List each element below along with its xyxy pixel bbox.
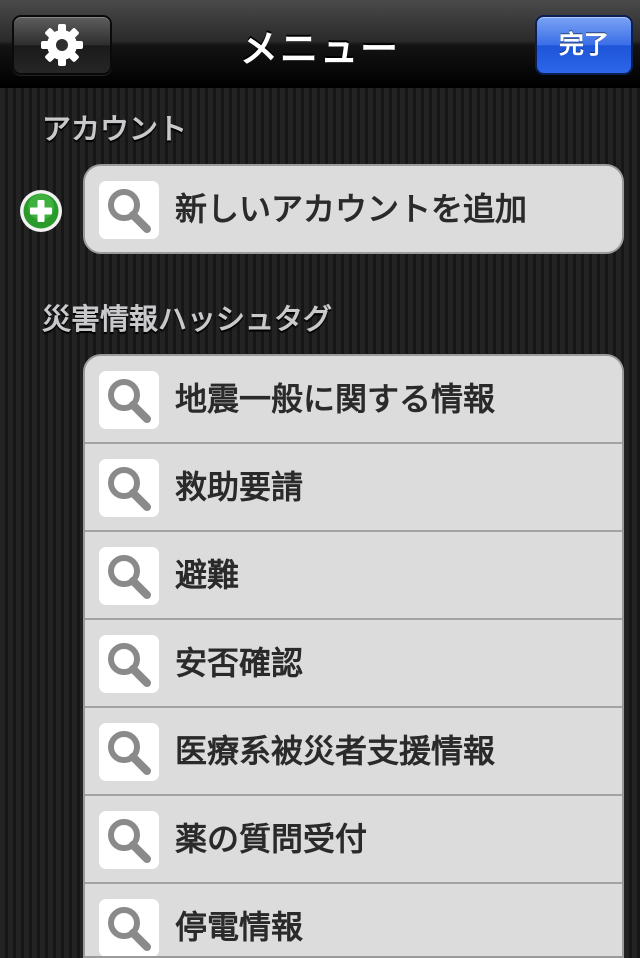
search-icon <box>108 189 151 233</box>
search-icon-box <box>99 635 159 693</box>
hashtag-label: 避難 <box>175 556 240 594</box>
search-icon <box>108 731 151 775</box>
hashtag-label: 安否確認 <box>175 644 304 682</box>
search-icon-box <box>99 723 159 781</box>
search-icon-box <box>99 459 159 517</box>
hashtag-row[interactable]: 薬の質問受付 <box>85 796 622 884</box>
search-icon-box <box>99 181 159 239</box>
hashtag-row[interactable]: 地震一般に関する情報 <box>85 356 622 444</box>
hashtag-label: 医療系被災者支援情報 <box>175 732 496 770</box>
search-icon <box>108 467 151 511</box>
done-button[interactable]: 完了 <box>535 15 633 75</box>
hashtag-label: 薬の質問受付 <box>175 820 368 858</box>
hashtag-row[interactable]: 停電情報 <box>85 884 622 956</box>
account-group: 新しいアカウントを追加 <box>83 164 624 254</box>
hashtag-row[interactable]: 救助要請 <box>85 444 622 532</box>
hashtag-row[interactable]: 医療系被災者支援情報 <box>85 708 622 796</box>
hashtag-section-header: 災害情報ハッシュタグ <box>42 302 333 336</box>
hashtag-label: 停電情報 <box>175 908 304 946</box>
search-icon <box>108 643 151 687</box>
search-icon <box>108 907 151 951</box>
search-icon-box <box>99 899 159 956</box>
search-icon-box <box>99 811 159 869</box>
hashtag-list: 地震一般に関する情報 救助要請 避難 安否確認 医療系被災者支援情報 薬の質問受… <box>83 354 624 958</box>
plus-circle-icon[interactable] <box>18 188 64 234</box>
account-section-header: アカウント <box>42 112 188 146</box>
hashtag-label: 地震一般に関する情報 <box>175 380 496 418</box>
search-icon-box <box>99 547 159 605</box>
search-icon <box>108 555 151 599</box>
hashtag-row[interactable]: 安否確認 <box>85 620 622 708</box>
search-icon <box>108 819 151 863</box>
search-icon-box <box>99 371 159 429</box>
hashtag-row[interactable]: 避難 <box>85 532 622 620</box>
add-account-label: 新しいアカウントを追加 <box>175 190 528 228</box>
hashtag-label: 救助要請 <box>175 468 304 506</box>
navigation-bar: メニュー 完了 <box>0 0 640 88</box>
add-account-row[interactable]: 新しいアカウントを追加 <box>85 166 622 252</box>
search-icon <box>108 379 151 423</box>
